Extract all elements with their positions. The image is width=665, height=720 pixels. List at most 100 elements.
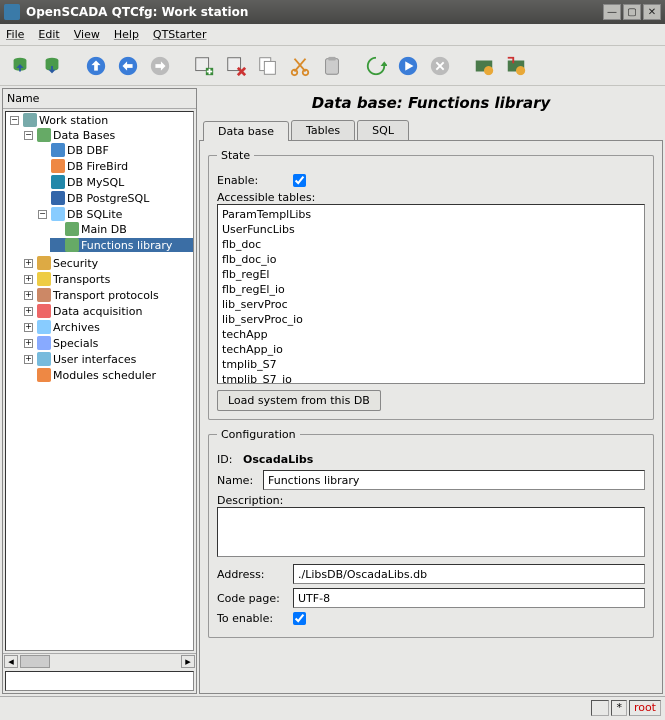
- menu-view[interactable]: View: [74, 28, 100, 41]
- tab-tables[interactable]: Tables: [291, 120, 355, 140]
- delete-item-icon[interactable]: [222, 52, 250, 80]
- folder-icon: [37, 128, 51, 142]
- tree-scheduler[interactable]: Modules scheduler: [53, 369, 156, 382]
- db-item-icon: [65, 238, 79, 252]
- protocols-icon: [37, 288, 51, 302]
- expander-icon[interactable]: +: [24, 339, 33, 348]
- expander-icon[interactable]: +: [24, 291, 33, 300]
- tab-database[interactable]: Data base: [203, 121, 289, 141]
- name-input[interactable]: [263, 470, 645, 490]
- table-row[interactable]: flb_regEl_io: [220, 282, 642, 297]
- menubar: File Edit View Help QTStarter: [0, 24, 665, 46]
- titlebar: OpenSCADA QTCfg: Work station — ▢ ✕: [0, 0, 665, 24]
- table-row[interactable]: lib_servProc_io: [220, 312, 642, 327]
- description-textarea[interactable]: [217, 507, 645, 557]
- enable-checkbox[interactable]: [293, 174, 306, 187]
- db-load-icon[interactable]: [6, 52, 34, 80]
- tree-daq[interactable]: Data acquisition: [53, 305, 142, 318]
- tree-root[interactable]: Work station: [39, 114, 108, 127]
- stop-icon[interactable]: [426, 52, 454, 80]
- tab-sql[interactable]: SQL: [357, 120, 409, 140]
- enable-label: Enable:: [217, 174, 287, 187]
- copy-icon[interactable]: [254, 52, 282, 80]
- tree-archives[interactable]: Archives: [53, 321, 100, 334]
- tab-body: State Enable: Accessible tables: ParamTe…: [199, 140, 663, 694]
- tree-db-firebird[interactable]: DB FireBird: [67, 160, 128, 173]
- load-system-button[interactable]: Load system from this DB: [217, 390, 381, 411]
- table-row[interactable]: tmplib_S7: [220, 357, 642, 372]
- app-icon: [4, 4, 20, 20]
- toenable-label: To enable:: [217, 612, 287, 625]
- table-row[interactable]: techApp: [220, 327, 642, 342]
- table-row[interactable]: flb_regEl: [220, 267, 642, 282]
- table-row[interactable]: UserFuncLibs: [220, 222, 642, 237]
- tree-db-sqlite[interactable]: DB SQLite: [67, 208, 122, 221]
- table-row[interactable]: flb_doc: [220, 237, 642, 252]
- cut-icon[interactable]: [286, 52, 314, 80]
- tree-db-dbf[interactable]: DB DBF: [67, 144, 109, 157]
- tree-header[interactable]: Name: [3, 89, 196, 109]
- add-item-icon[interactable]: [190, 52, 218, 80]
- tree-filter-input[interactable]: [5, 671, 194, 691]
- close-button[interactable]: ✕: [643, 4, 661, 20]
- expander-icon[interactable]: −: [38, 210, 47, 219]
- refresh-icon[interactable]: [362, 52, 390, 80]
- back-icon[interactable]: [114, 52, 142, 80]
- address-label: Address:: [217, 568, 287, 581]
- config-legend: Configuration: [217, 428, 300, 441]
- tree-specials[interactable]: Specials: [53, 337, 98, 350]
- menu-file[interactable]: File: [6, 28, 24, 41]
- status-cell-1: [591, 700, 609, 716]
- expander-icon[interactable]: +: [24, 259, 33, 268]
- codepage-label: Code page:: [217, 592, 287, 605]
- tree-ui[interactable]: User interfaces: [53, 353, 136, 366]
- up-icon[interactable]: [82, 52, 110, 80]
- page-title: Data base: Functions library: [199, 88, 663, 120]
- maximize-button[interactable]: ▢: [623, 4, 641, 20]
- accessible-tables-list[interactable]: ParamTemplLibsUserFuncLibsflb_docflb_doc…: [217, 204, 645, 384]
- state-group: State Enable: Accessible tables: ParamTe…: [208, 149, 654, 420]
- table-row[interactable]: tmplib_S7_io: [220, 372, 642, 384]
- state-legend: State: [217, 149, 254, 162]
- tree-transports[interactable]: Transports: [53, 273, 110, 286]
- forward-icon[interactable]: [146, 52, 174, 80]
- name-label: Name:: [217, 474, 257, 487]
- paste-icon[interactable]: [318, 52, 346, 80]
- tree[interactable]: −Work station −Data Bases DB DBF DB Fire…: [5, 111, 194, 651]
- tree-db-mysql[interactable]: DB MySQL: [67, 176, 124, 189]
- tree-hscroll[interactable]: ◂▸: [3, 653, 196, 669]
- db-save-icon[interactable]: [38, 52, 66, 80]
- table-row[interactable]: techApp_io: [220, 342, 642, 357]
- codepage-input[interactable]: [293, 588, 645, 608]
- accessible-label: Accessible tables:: [217, 191, 315, 204]
- expander-icon[interactable]: +: [24, 355, 33, 364]
- db-icon: [51, 143, 65, 157]
- table-row[interactable]: flb_doc_io: [220, 252, 642, 267]
- transports-icon: [37, 272, 51, 286]
- expander-icon[interactable]: +: [24, 275, 33, 284]
- window-title: OpenSCADA QTCfg: Work station: [26, 5, 601, 19]
- tree-main-db[interactable]: Main DB: [81, 223, 127, 236]
- tool1-icon[interactable]: [470, 52, 498, 80]
- tree-protocols[interactable]: Transport protocols: [53, 289, 159, 302]
- status-user[interactable]: root: [629, 700, 661, 716]
- menu-qtstarter[interactable]: QTStarter: [153, 28, 207, 41]
- menu-help[interactable]: Help: [114, 28, 139, 41]
- expander-icon[interactable]: −: [24, 131, 33, 140]
- table-row[interactable]: lib_servProc: [220, 297, 642, 312]
- tree-security[interactable]: Security: [53, 257, 98, 270]
- expander-icon[interactable]: +: [24, 323, 33, 332]
- minimize-button[interactable]: —: [603, 4, 621, 20]
- tree-func-lib[interactable]: Functions library: [81, 239, 172, 252]
- ui-icon: [37, 352, 51, 366]
- table-row[interactable]: ParamTemplLibs: [220, 207, 642, 222]
- tree-databases[interactable]: Data Bases: [53, 129, 115, 142]
- menu-edit[interactable]: Edit: [38, 28, 59, 41]
- run-icon[interactable]: [394, 52, 422, 80]
- tool2-icon[interactable]: [502, 52, 530, 80]
- address-input[interactable]: [293, 564, 645, 584]
- toenable-checkbox[interactable]: [293, 612, 306, 625]
- expander-icon[interactable]: +: [24, 307, 33, 316]
- expander-icon[interactable]: −: [10, 116, 19, 125]
- tree-db-pg[interactable]: DB PostgreSQL: [67, 192, 149, 205]
